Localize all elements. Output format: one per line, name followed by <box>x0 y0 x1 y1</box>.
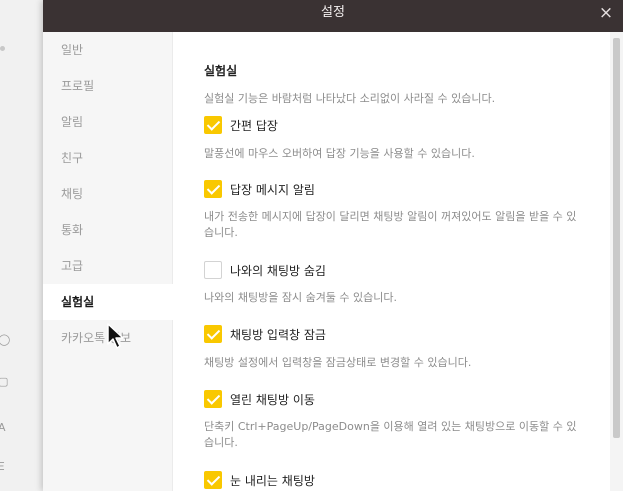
input-lock-checkbox[interactable] <box>204 325 222 343</box>
content-scrollbar[interactable] <box>610 32 623 491</box>
title-bar[interactable]: 설정 × <box>43 0 623 32</box>
background-circle-icon: ◯ <box>0 333 11 346</box>
snowing-chat-checkbox[interactable] <box>204 471 222 489</box>
lab-settings-panel: 실험실 실험실 기능은 바람처럼 나타났다 소리없이 사라질 수 있습니다. 간… <box>174 32 610 491</box>
sidebar-item-lab[interactable]: 실험실 <box>43 284 173 320</box>
snowing-chat-label[interactable]: 눈 내리는 채팅방 <box>230 472 315 489</box>
sidebar-item-profile[interactable]: 프로필 <box>43 68 173 104</box>
reply-notification-description: 내가 전송한 메시지에 답장이 달리면 채팅방 알림이 꺼져있어도 알림을 받을… <box>204 210 577 239</box>
background-menu-icon: Ξ <box>0 460 5 473</box>
sidebar-item-general[interactable]: 일반 <box>43 32 173 68</box>
close-icon[interactable]: × <box>597 4 615 22</box>
reply-notification-checkbox[interactable] <box>204 180 222 198</box>
section-title: 실험실 <box>204 64 238 78</box>
settings-sidebar: 일반 프로필 알림 친구 채팅 통화 고급 실험실 카카오톡 정보 <box>43 32 173 491</box>
background-text-icon: A <box>0 421 6 434</box>
open-chat-navigation-description: 단축키 Ctrl+PageUp/PageDown을 이용해 열려 있는 채팅방으… <box>204 420 577 449</box>
sidebar-item-advanced[interactable]: 고급 <box>43 248 173 284</box>
sidebar-item-friends[interactable]: 친구 <box>43 140 173 176</box>
hide-self-chat-description: 나와의 채팅방을 잠시 숨겨둘 수 있습니다. <box>204 291 398 304</box>
sidebar-item-call[interactable]: 통화 <box>43 212 173 248</box>
scrollbar-thumb[interactable] <box>613 38 620 438</box>
hide-self-chat-label[interactable]: 나와의 채팅방 숨김 <box>230 262 326 279</box>
quick-reply-checkbox[interactable] <box>204 116 222 134</box>
settings-dialog: 설정 × 일반 프로필 알림 친구 채팅 통화 고급 실험실 카카오톡 정보 실… <box>43 0 623 491</box>
quick-reply-description: 말풍선에 마우스 오버하여 답장 기능을 사용할 수 있습니다. <box>204 147 475 160</box>
dialog-title: 설정 <box>321 5 345 20</box>
section-description: 실험실 기능은 바람처럼 나타났다 소리없이 사라질 수 있습니다. <box>204 92 496 105</box>
hide-self-chat-checkbox[interactable] <box>204 261 222 279</box>
open-chat-navigation-label[interactable]: 열린 채팅방 이동 <box>230 391 315 408</box>
quick-reply-label[interactable]: 간편 답장 <box>230 117 278 134</box>
input-lock-description: 채팅방 설정에서 입력창을 잠금상태로 변경할 수 있습니다. <box>204 356 472 369</box>
background-square-icon: ▢ <box>0 375 9 388</box>
mouse-pointer-icon <box>107 323 124 349</box>
open-chat-navigation-checkbox[interactable] <box>204 390 222 408</box>
reply-notification-label[interactable]: 답장 메시지 알림 <box>230 181 315 198</box>
sidebar-item-chat[interactable]: 채팅 <box>43 176 173 212</box>
background-window: ◯ ▢ A Ξ <box>0 0 43 491</box>
background-dot <box>0 46 5 51</box>
input-lock-label[interactable]: 채팅방 입력창 잠금 <box>230 326 326 343</box>
sidebar-item-notifications[interactable]: 알림 <box>43 104 173 140</box>
